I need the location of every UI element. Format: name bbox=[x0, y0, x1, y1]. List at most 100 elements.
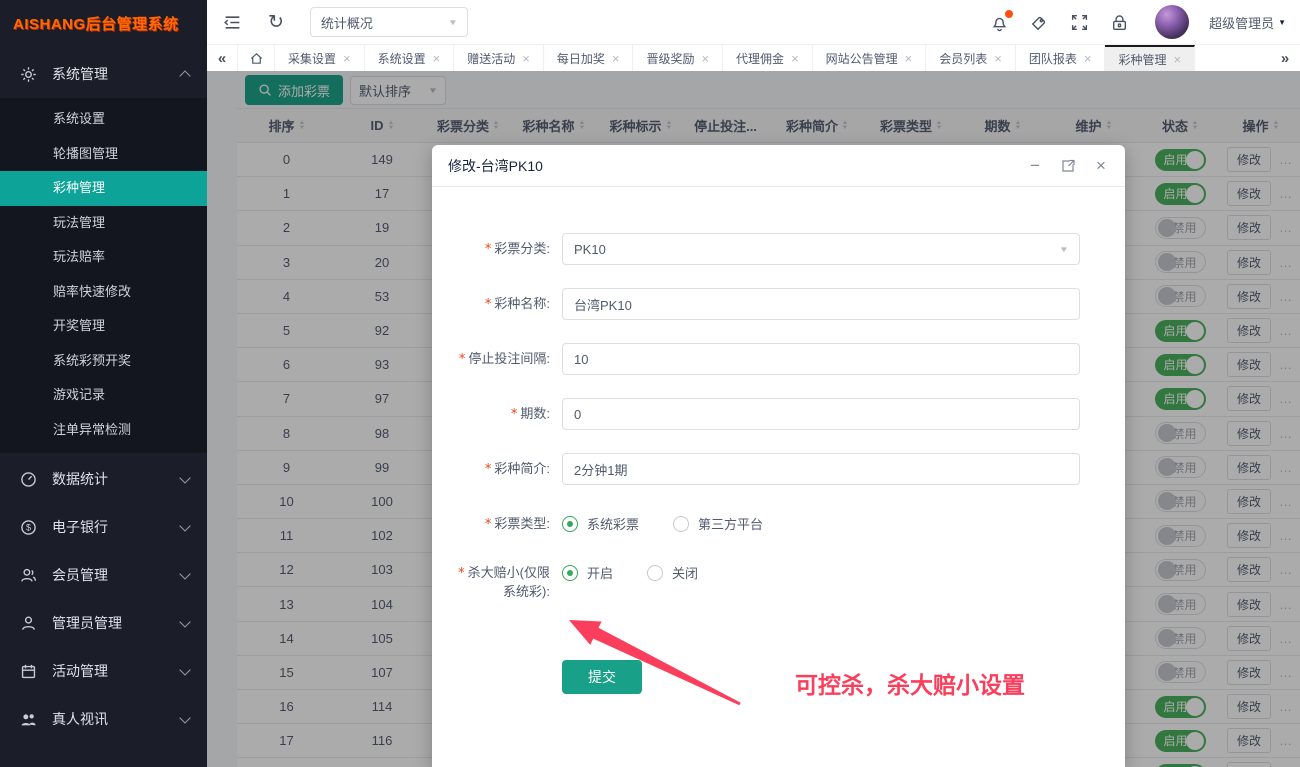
annotation-text: 可控杀，杀大赔小设置 bbox=[795, 666, 1025, 700]
collapse-menu-icon[interactable] bbox=[222, 12, 242, 32]
form-row-category: *彩票分类: PK10 ▼ bbox=[455, 233, 1081, 265]
tab-彩种管理[interactable]: 彩种管理 × bbox=[1105, 45, 1195, 71]
radio-selected-icon bbox=[562, 516, 578, 532]
gear-icon bbox=[20, 66, 37, 83]
form-row-name: *彩种名称: bbox=[455, 288, 1081, 320]
chevron-down-icon: ▼ bbox=[1059, 245, 1069, 254]
live-video-icon bbox=[20, 711, 37, 728]
sidebar-subitem-系统彩预开奖[interactable]: 系统彩预开奖 bbox=[0, 344, 207, 379]
dollar-icon: $ bbox=[20, 519, 37, 536]
chevron-down-icon: ▼ bbox=[1278, 18, 1286, 27]
top-navbar: ↻ 统计概况 ▼ bbox=[207, 0, 1300, 45]
tab-每日加奖[interactable]: 每日加奖× bbox=[544, 45, 634, 71]
sidebar-item-e-banking[interactable]: $ 电子银行 bbox=[0, 503, 207, 551]
tab-采集设置[interactable]: 采集设置 × bbox=[275, 45, 365, 71]
sidebar-item-label: 电子银行 bbox=[52, 517, 108, 537]
home-icon bbox=[249, 51, 264, 66]
modal-title: 修改-台湾PK10 bbox=[448, 156, 543, 176]
tab-晋级奖励[interactable]: 晋级奖励× bbox=[633, 45, 723, 71]
lottery-category-select[interactable]: PK10 ▼ bbox=[562, 233, 1080, 265]
chevron-down-icon bbox=[179, 472, 190, 483]
radio-unselected-icon bbox=[673, 516, 689, 532]
lock-icon[interactable] bbox=[1109, 12, 1129, 32]
lottery-name-input[interactable] bbox=[562, 288, 1080, 320]
tab-label: 采集设置 bbox=[288, 50, 336, 67]
tab-close-icon[interactable]: × bbox=[994, 51, 1002, 66]
sidebar-subitem-轮播图管理[interactable]: 轮播图管理 bbox=[0, 137, 207, 172]
sidebar-subitem-注单异常检测[interactable]: 注单异常检测 bbox=[0, 413, 207, 448]
period-count-input[interactable] bbox=[562, 398, 1080, 430]
user-menu[interactable]: 超级管理员 ▼ bbox=[1209, 13, 1290, 32]
required-asterisk: * bbox=[458, 566, 465, 581]
maximize-icon[interactable] bbox=[1060, 158, 1076, 174]
sidebar-item-system-management[interactable]: 系统管理 bbox=[0, 50, 207, 98]
lottery-intro-input[interactable] bbox=[562, 453, 1080, 485]
sidebar-subitem-彩种管理[interactable]: 彩种管理 bbox=[0, 171, 207, 206]
field-label: *彩票分类: bbox=[455, 233, 562, 265]
minimize-icon[interactable]: − bbox=[1027, 158, 1043, 174]
close-icon[interactable]: × bbox=[1093, 158, 1109, 174]
tabs-scroll-right-icon[interactable]: » bbox=[1270, 45, 1300, 71]
home-tab[interactable] bbox=[237, 45, 275, 71]
radio-kill-off[interactable]: 关闭 bbox=[647, 563, 698, 582]
nav-select[interactable]: 统计概况 ▼ bbox=[310, 7, 468, 37]
radio-label: 开启 bbox=[587, 563, 613, 582]
fullscreen-icon[interactable] bbox=[1069, 12, 1089, 32]
tab-close-icon[interactable]: × bbox=[1174, 52, 1182, 67]
svg-text:$: $ bbox=[26, 522, 31, 532]
sidebar-item-member-management[interactable]: 会员管理 bbox=[0, 551, 207, 599]
tabs-scroll-left-icon[interactable]: « bbox=[207, 45, 237, 71]
admin-icon bbox=[20, 615, 37, 632]
chevron-down-icon bbox=[179, 520, 190, 531]
tab-close-icon[interactable]: × bbox=[522, 51, 530, 66]
form-row-stop-interval: *停止投注间隔: bbox=[455, 343, 1081, 375]
tab-close-icon[interactable]: × bbox=[612, 51, 620, 66]
refresh-icon[interactable]: ↻ bbox=[268, 13, 284, 32]
notification-dot bbox=[1005, 10, 1013, 18]
sidebar-subitem-赔率快速修改[interactable]: 赔率快速修改 bbox=[0, 275, 207, 310]
tab-close-icon[interactable]: × bbox=[1084, 51, 1092, 66]
tab-团队报表[interactable]: 团队报表 × bbox=[1016, 45, 1106, 71]
tab-close-icon[interactable]: × bbox=[343, 51, 351, 66]
radio-third-party[interactable]: 第三方平台 bbox=[673, 514, 763, 533]
sidebar-item-activity-management[interactable]: 活动管理 bbox=[0, 647, 207, 695]
sidebar-item-data-statistics[interactable]: 数据统计 bbox=[0, 455, 207, 503]
tab-close-icon[interactable]: × bbox=[433, 51, 441, 66]
required-asterisk: * bbox=[485, 462, 492, 477]
tab-赠送活动[interactable]: 赠送活动× bbox=[454, 45, 544, 71]
stop-betting-interval-input[interactable] bbox=[562, 343, 1080, 375]
modal-body: *彩票分类: PK10 ▼ *彩种名称: *停止投注间隔: bbox=[432, 187, 1125, 694]
sidebar-subitem-玩法管理[interactable]: 玩法管理 bbox=[0, 206, 207, 241]
notification-bell-icon[interactable] bbox=[989, 12, 1009, 32]
sidebar-item-live-video[interactable]: 真人视讯 bbox=[0, 695, 207, 743]
modal-header: 修改-台湾PK10 − × bbox=[432, 145, 1125, 187]
radio-label: 系统彩票 bbox=[587, 514, 639, 533]
sidebar-subitem-玩法赔率[interactable]: 玩法赔率 bbox=[0, 240, 207, 275]
modal-window-controls: − × bbox=[1027, 158, 1109, 174]
tab-close-icon[interactable]: × bbox=[701, 51, 709, 66]
sidebar-subitem-游戏记录[interactable]: 游戏记录 bbox=[0, 378, 207, 413]
radio-kill-on[interactable]: 开启 bbox=[562, 563, 613, 582]
sidebar-item-label: 管理员管理 bbox=[52, 613, 122, 633]
tab-close-icon[interactable]: × bbox=[905, 51, 913, 66]
tab-label: 团队报表 bbox=[1029, 50, 1077, 67]
calendar-icon bbox=[20, 663, 37, 680]
tab-label: 网站公告管理 bbox=[826, 50, 898, 67]
user-avatar[interactable] bbox=[1155, 5, 1189, 39]
sidebar-subitem-开奖管理[interactable]: 开奖管理 bbox=[0, 309, 207, 344]
tab-label: 彩种管理 bbox=[1118, 51, 1166, 68]
tab-会员列表[interactable]: 会员列表× bbox=[926, 45, 1016, 71]
user-name: 超级管理员 bbox=[1209, 13, 1274, 32]
tab-系统设置[interactable]: 系统设置× bbox=[365, 45, 455, 71]
tag-icon[interactable] bbox=[1029, 12, 1049, 32]
radio-label: 关闭 bbox=[672, 563, 698, 582]
tab-代理佣金[interactable]: 代理佣金× bbox=[723, 45, 813, 71]
system-submenu: 系统设置轮播图管理彩种管理玩法管理玩法赔率赔率快速修改开奖管理系统彩预开奖游戏记… bbox=[0, 98, 207, 453]
chevron-down-icon bbox=[179, 616, 190, 627]
sidebar-item-label: 数据统计 bbox=[52, 469, 108, 489]
radio-system-lottery[interactable]: 系统彩票 bbox=[562, 514, 639, 533]
sidebar-subitem-系统设置[interactable]: 系统设置 bbox=[0, 102, 207, 137]
tab-网站公告管理[interactable]: 网站公告管理 × bbox=[813, 45, 927, 71]
tab-close-icon[interactable]: × bbox=[791, 51, 799, 66]
sidebar-item-admin-management[interactable]: 管理员管理 bbox=[0, 599, 207, 647]
